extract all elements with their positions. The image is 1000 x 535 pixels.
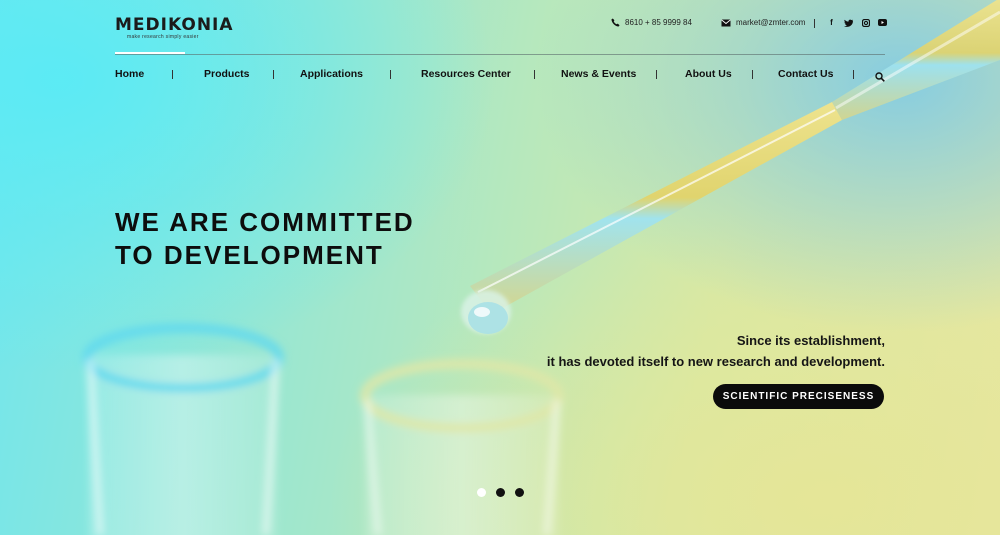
facebook-icon[interactable]: f (827, 18, 836, 27)
nav-divider (752, 70, 753, 79)
test-tube-left (82, 323, 284, 535)
subtext-line-2: it has devoted itself to new research an… (546, 354, 885, 369)
pipette (461, 0, 1000, 334)
hero-headline: WE ARE COMMITTED TO DEVELOPMENT (115, 206, 415, 272)
nav-item-home[interactable]: Home (115, 68, 144, 81)
nav-item-contact-us[interactable]: Contact Us (778, 68, 833, 81)
phone-contact[interactable]: 8610 + 85 9999 84 (611, 18, 692, 27)
nav-item-resources-center[interactable]: Resources Center (421, 68, 511, 81)
brand-name: MEDIKONIA (115, 15, 234, 35)
nav-divider (273, 70, 274, 79)
nav-item-applications[interactable]: Applications (300, 68, 363, 81)
carousel-dot-1[interactable] (477, 488, 486, 497)
nav-item-about-us[interactable]: About Us (685, 68, 732, 81)
headline-line-2: TO DEVELOPMENT (115, 240, 384, 270)
main-navigation: Home Products Applications Resources Cen… (115, 68, 885, 82)
nav-item-products[interactable]: Products (204, 68, 250, 81)
carousel-dot-2[interactable] (496, 488, 505, 497)
search-icon[interactable] (875, 69, 885, 87)
hero-subtext: Since its establishment, it has devoted … (547, 330, 885, 372)
email-address: market@zmter.com (736, 18, 806, 27)
carousel-dot-3[interactable] (515, 488, 524, 497)
headline-line-1: WE ARE COMMITTED (115, 207, 415, 237)
scientific-preciseness-button[interactable]: SCIENTIFIC PRECISENESS (713, 384, 884, 409)
subtext-line-1: Since its establishment, (736, 333, 885, 348)
carousel-pagination (477, 488, 524, 497)
email-contact[interactable]: market@zmter.com (721, 18, 805, 27)
hero-banner: MEDIKONIA make research simply easier 86… (0, 0, 1000, 535)
test-tube-right (360, 359, 564, 535)
nav-divider (656, 70, 657, 79)
mail-icon (721, 18, 731, 26)
twitter-icon[interactable] (844, 18, 853, 27)
nav-divider (172, 70, 173, 79)
youtube-icon[interactable] (878, 18, 887, 27)
brand-logo[interactable]: MEDIKONIA make research simply easier (115, 15, 234, 40)
nav-divider (853, 70, 854, 79)
header-rule (115, 54, 885, 55)
nav-divider (390, 70, 391, 79)
phone-icon (611, 18, 620, 27)
phone-number: 8610 + 85 9999 84 (625, 18, 692, 27)
social-links: f (827, 18, 887, 27)
instagram-icon[interactable] (861, 18, 870, 27)
nav-divider (534, 70, 535, 79)
header-divider (814, 19, 815, 28)
nav-item-news-events[interactable]: News & Events (561, 68, 636, 81)
